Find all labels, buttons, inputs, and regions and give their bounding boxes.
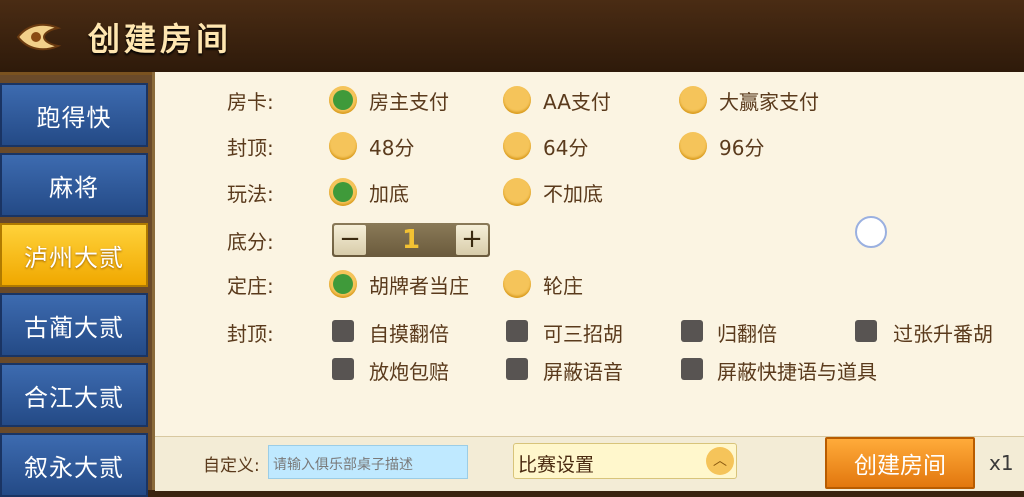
- extra-checkbox[interactable]: [855, 320, 877, 342]
- room-card-option-radio[interactable]: [679, 86, 707, 114]
- custom-label: 自定义:: [203, 456, 260, 476]
- sidebar-item-xuyong[interactable]: 叙永大贰: [0, 433, 148, 497]
- plus-button[interactable]: +: [456, 225, 488, 255]
- cap-option-label[interactable]: 64分: [543, 132, 588, 161]
- base-score-value: 1: [401, 225, 421, 255]
- banker-label: 定庄:: [227, 274, 274, 298]
- game-sidebar: 跑得快 麻将 泸州大贰 古蔺大贰 合江大贰 叙永大贰: [0, 75, 152, 497]
- extra-option-label[interactable]: 放炮包赔: [369, 356, 449, 385]
- cap-option-radio[interactable]: [329, 132, 357, 160]
- sidebar-item-hejiang[interactable]: 合江大贰: [0, 363, 148, 427]
- banker-option-label[interactable]: 轮庄: [543, 270, 583, 299]
- extra-checkbox[interactable]: [681, 320, 703, 342]
- sidebar-item-gulin[interactable]: 古蔺大贰: [0, 293, 148, 357]
- extras-label: 封顶:: [227, 322, 274, 346]
- sidebar-item-luzhou[interactable]: 泸州大贰: [0, 223, 148, 287]
- room-card-option-label[interactable]: 房主支付: [369, 86, 449, 115]
- banker-option-label[interactable]: 胡牌者当庄: [369, 270, 469, 299]
- match-settings-dropdown[interactable]: 比赛设置 ︿: [513, 443, 737, 479]
- room-card-option-radio[interactable]: [503, 86, 531, 114]
- sidebar-item-paodekuai[interactable]: 跑得快: [0, 83, 148, 147]
- chevron-up-icon[interactable]: ︿: [706, 447, 734, 475]
- base-score-stepper: − 1 +: [332, 223, 490, 257]
- cap-option-label[interactable]: 48分: [369, 132, 414, 161]
- play-option-label[interactable]: 不加底: [543, 178, 603, 207]
- sidebar-item-majiang[interactable]: 麻将: [0, 153, 148, 217]
- page-title: 创建房间: [88, 20, 233, 58]
- extra-checkbox[interactable]: [332, 358, 354, 380]
- extra-option-label[interactable]: 屏蔽语音: [543, 356, 623, 385]
- extra-checkbox[interactable]: [681, 358, 703, 380]
- play-label: 玩法:: [227, 182, 274, 206]
- room-card-label: 房卡:: [227, 90, 274, 114]
- room-card-option-label[interactable]: AA支付: [543, 86, 611, 115]
- back-arrow-icon[interactable]: [14, 18, 62, 56]
- room-card-option-radio[interactable]: [329, 86, 357, 114]
- cap-option-label[interactable]: 96分: [719, 132, 764, 161]
- banker-option-radio[interactable]: [503, 270, 531, 298]
- custom-description-input[interactable]: 请输入俱乐部桌子描述: [268, 445, 468, 479]
- extra-checkbox[interactable]: [506, 320, 528, 342]
- extra-option-label[interactable]: 自摸翻倍: [369, 318, 449, 347]
- room-card-option-label[interactable]: 大赢家支付: [719, 86, 819, 115]
- play-option-radio[interactable]: [329, 178, 357, 206]
- extra-option-label[interactable]: 可三招胡: [543, 318, 623, 347]
- play-option-radio[interactable]: [503, 178, 531, 206]
- cap-option-radio[interactable]: [679, 132, 707, 160]
- cap-option-radio[interactable]: [503, 132, 531, 160]
- play-option-label[interactable]: 加底: [369, 178, 409, 207]
- extra-checkbox[interactable]: [506, 358, 528, 380]
- extra-checkbox[interactable]: [332, 320, 354, 342]
- extra-option-label[interactable]: 过张升番胡: [893, 318, 993, 347]
- card-multiplier: x1: [989, 451, 1014, 475]
- extra-option-label[interactable]: 屏蔽快捷语与道具: [717, 356, 877, 385]
- cap-label: 封顶:: [227, 136, 274, 160]
- banker-option-radio[interactable]: [329, 270, 357, 298]
- create-room-button[interactable]: 创建房间: [825, 437, 975, 489]
- base-score-label: 底分:: [227, 230, 274, 254]
- match-settings-label: 比赛设置: [518, 454, 595, 476]
- minus-button[interactable]: −: [334, 225, 366, 255]
- settings-panel: 房卡: 房主支付 AA支付 大赢家支付 封顶: 48分 64分 96分 玩法: …: [152, 72, 1024, 491]
- footer-bar: 自定义: 请输入俱乐部桌子描述 比赛设置 ︿ 创建房间 x1: [155, 436, 1024, 491]
- extra-option-label[interactable]: 归翻倍: [717, 318, 777, 347]
- circle-indicator: [855, 216, 887, 248]
- header-bar: 创建房间: [0, 0, 1024, 75]
